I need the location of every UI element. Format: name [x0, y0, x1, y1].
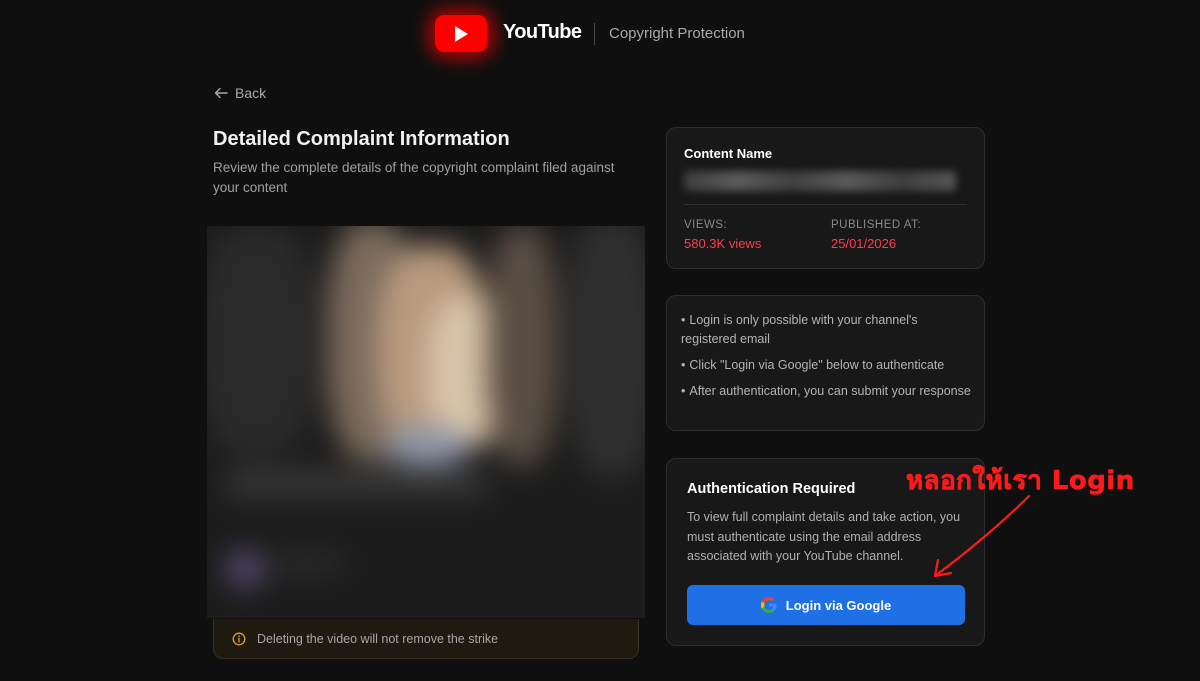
back-label: Back	[235, 85, 267, 101]
login-via-google-button[interactable]: Login via Google	[687, 585, 965, 625]
views-label: VIEWS:	[684, 219, 728, 231]
page-description: Review the complete details of the copyr…	[213, 160, 615, 195]
strike-notice-text: Deleting the video will not remove the s…	[257, 631, 499, 646]
list-item: • After authentication, you can submit yo…	[681, 384, 971, 398]
content-name-value-blurred	[684, 171, 956, 191]
content-card: Content Name VIEWS: 580.3K views PUBLISH…	[666, 127, 985, 269]
header-subtitle: Copyright Protection	[609, 25, 745, 42]
page-title: Detailed Complaint Information	[213, 128, 510, 150]
google-icon	[760, 597, 777, 613]
info-circle-icon	[232, 632, 246, 645]
back-button[interactable]: Back	[214, 85, 266, 101]
login-info-card: • Login is only possible with your channe…	[666, 295, 985, 431]
info-list: • Login is only possible with your channe…	[681, 311, 971, 408]
auth-title: Authentication Required	[687, 481, 856, 497]
youtube-play-icon[interactable]	[435, 15, 487, 52]
published-value: 25/01/2026	[831, 236, 897, 251]
blurred-thumbnail	[207, 226, 645, 618]
header-divider	[594, 23, 595, 45]
content-name-label: Content Name	[684, 146, 773, 161]
page: YouTube Copyright Protection Back Detail…	[0, 0, 1200, 681]
strike-notice: Deleting the video will not remove the s…	[213, 619, 639, 659]
brand-name[interactable]: YouTube	[503, 21, 582, 44]
arrow-left-icon	[214, 87, 228, 99]
list-item: • Click "Login via Google" below to authe…	[681, 358, 945, 372]
divider	[684, 204, 967, 205]
views-value: 580.3K views	[684, 236, 762, 251]
annotation-arrow-icon	[933, 494, 1031, 578]
list-item: • Login is only possible with your channe…	[681, 313, 918, 346]
login-button-label: Login via Google	[785, 597, 892, 613]
published-label: PUBLISHED AT:	[831, 219, 922, 231]
video-preview[interactable]	[207, 226, 645, 618]
